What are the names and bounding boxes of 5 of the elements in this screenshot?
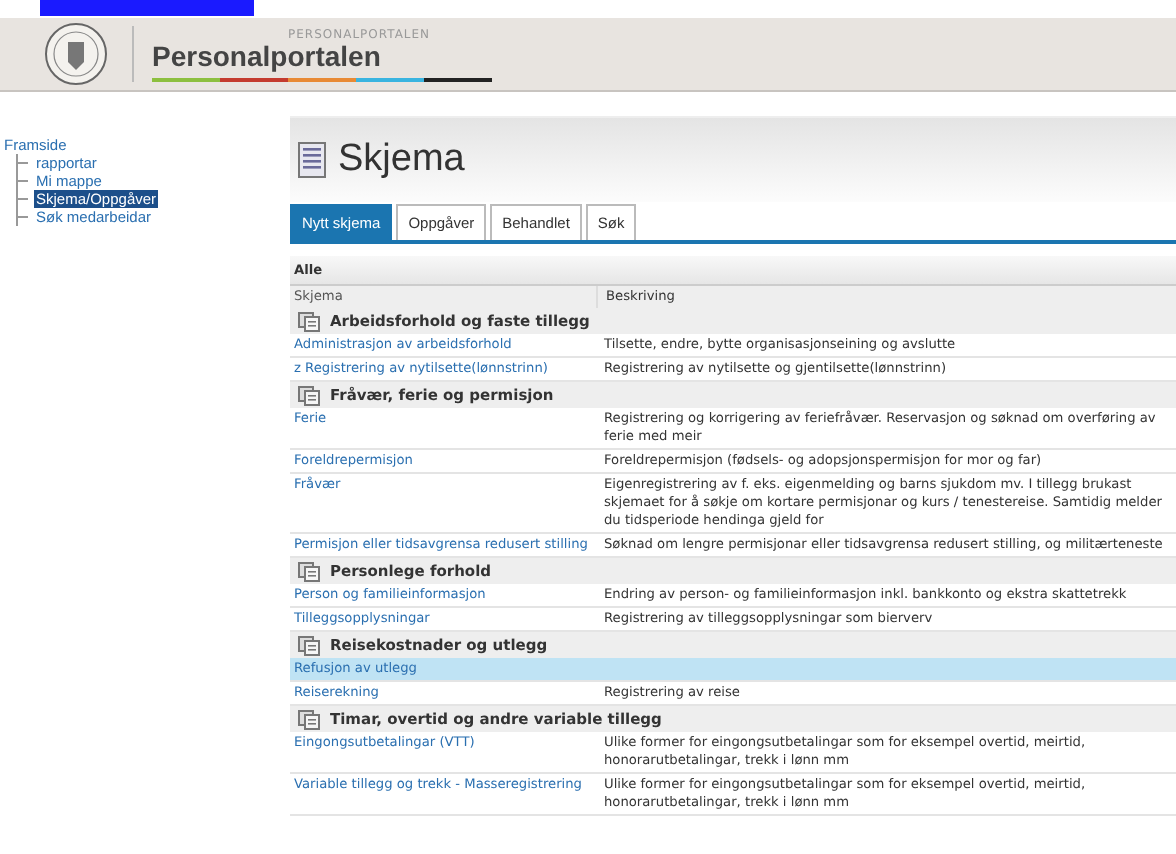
emblem-icon — [44, 22, 108, 86]
page-title: Skjema — [338, 138, 465, 182]
portal-title: Personalportalen — [152, 41, 383, 71]
table-row[interactable] — [290, 474, 1176, 534]
form-icon — [298, 142, 326, 178]
